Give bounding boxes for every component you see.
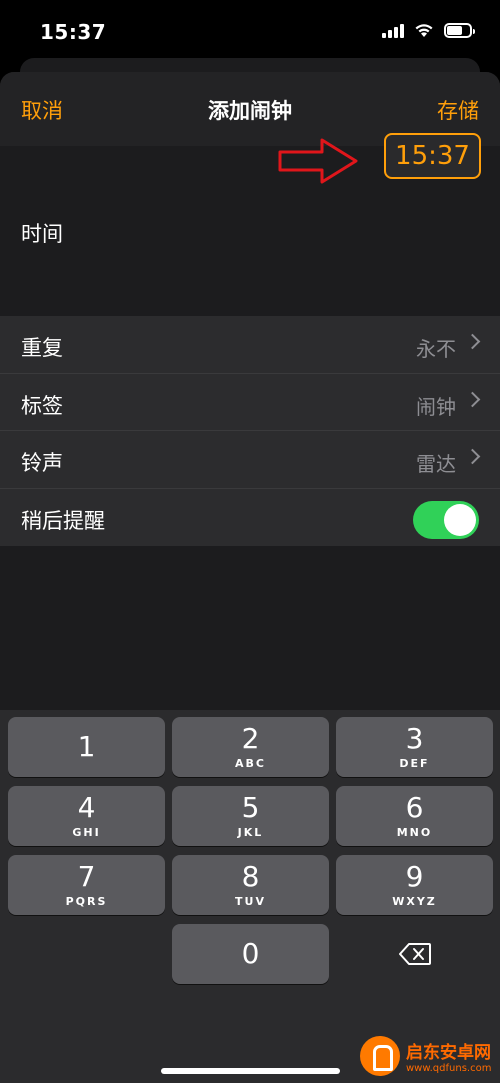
label-row[interactable]: 标签 闹钟: [0, 374, 500, 431]
key-1[interactable]: 1: [8, 717, 165, 777]
key-letters: ABC: [235, 756, 266, 770]
row-label: 标签: [21, 393, 63, 418]
row-value: 永不: [416, 337, 456, 361]
row-value: 闹钟: [416, 394, 456, 419]
row-label: 铃声: [21, 451, 63, 475]
key-letters: JKL: [237, 825, 264, 839]
key-8[interactable]: 8 TUV: [172, 855, 329, 915]
home-indicator[interactable]: [161, 1068, 340, 1074]
key-2[interactable]: 2 ABC: [172, 717, 329, 777]
time-picker-input[interactable]: 15:37: [384, 133, 481, 179]
status-icons: [382, 22, 475, 38]
watermark: 启东安卓网 www.qdfuns.com: [360, 1028, 500, 1083]
page-title: 添加闹钟: [208, 99, 292, 123]
key-5[interactable]: 5 JKL: [172, 786, 329, 846]
time-label: 时间: [21, 222, 63, 246]
snooze-toggle[interactable]: [413, 500, 479, 539]
chevron-right-icon: [464, 333, 481, 350]
row-label: 稍后提醒: [21, 508, 105, 533]
key-number: 0: [241, 937, 260, 970]
delete-button[interactable]: [336, 924, 493, 984]
chevron-right-icon: [464, 391, 481, 407]
key-number: 3: [405, 721, 424, 755]
key-number: 6: [405, 790, 424, 824]
delete-backspace-icon: [398, 943, 431, 965]
chevron-right-icon: [464, 448, 481, 465]
key-number: 9: [405, 859, 424, 893]
key-number: 8: [241, 859, 260, 893]
key-7[interactable]: 7 PQRS: [8, 855, 165, 915]
status-bar: 15:37: [0, 0, 500, 62]
key-6[interactable]: 6 MNO: [336, 786, 493, 846]
key-letters: GHI: [72, 825, 101, 839]
key-letters: PQRS: [65, 894, 108, 908]
sound-row[interactable]: 铃声 雷达: [0, 431, 500, 489]
toggle-knob: [444, 503, 476, 536]
battery-icon: [444, 22, 475, 38]
row-value: 雷达: [416, 452, 456, 476]
repeat-row[interactable]: 重复 永不: [0, 316, 500, 374]
watermark-logo-icon: [360, 1035, 400, 1076]
watermark-url: www.qdfuns.com: [406, 1062, 492, 1074]
watermark-text: 启东安卓网 www.qdfuns.com: [406, 1038, 491, 1074]
cellular-signal-icon: [382, 22, 404, 38]
key-letters: WXYZ: [392, 894, 437, 908]
snooze-row: 稍后提醒: [0, 489, 500, 546]
alarm-options-list: 重复 永不 标签 闹钟 铃声 雷达 稍后提醒: [0, 316, 500, 546]
key-0[interactable]: 0: [172, 924, 329, 984]
key-number: 7: [77, 859, 96, 893]
key-4[interactable]: 4 GHI: [8, 786, 165, 846]
key-3[interactable]: 3 DEF: [336, 717, 493, 777]
key-9[interactable]: 9 WXYZ: [336, 855, 493, 915]
key-letters: TUV: [235, 894, 266, 908]
key-number: 2: [241, 721, 260, 755]
key-number: 4: [77, 790, 96, 824]
watermark-name: 启东安卓网: [406, 1042, 491, 1063]
save-button[interactable]: 存储: [437, 95, 479, 125]
key-number: 1: [77, 730, 96, 763]
wifi-icon: [415, 23, 433, 37]
key-number: 5: [241, 790, 260, 824]
arrow-annotation-icon: [278, 138, 358, 184]
row-label: 重复: [21, 336, 63, 360]
key-letters: DEF: [399, 756, 430, 770]
status-time: 15:37: [40, 20, 107, 44]
key-letters: MNO: [396, 825, 433, 839]
